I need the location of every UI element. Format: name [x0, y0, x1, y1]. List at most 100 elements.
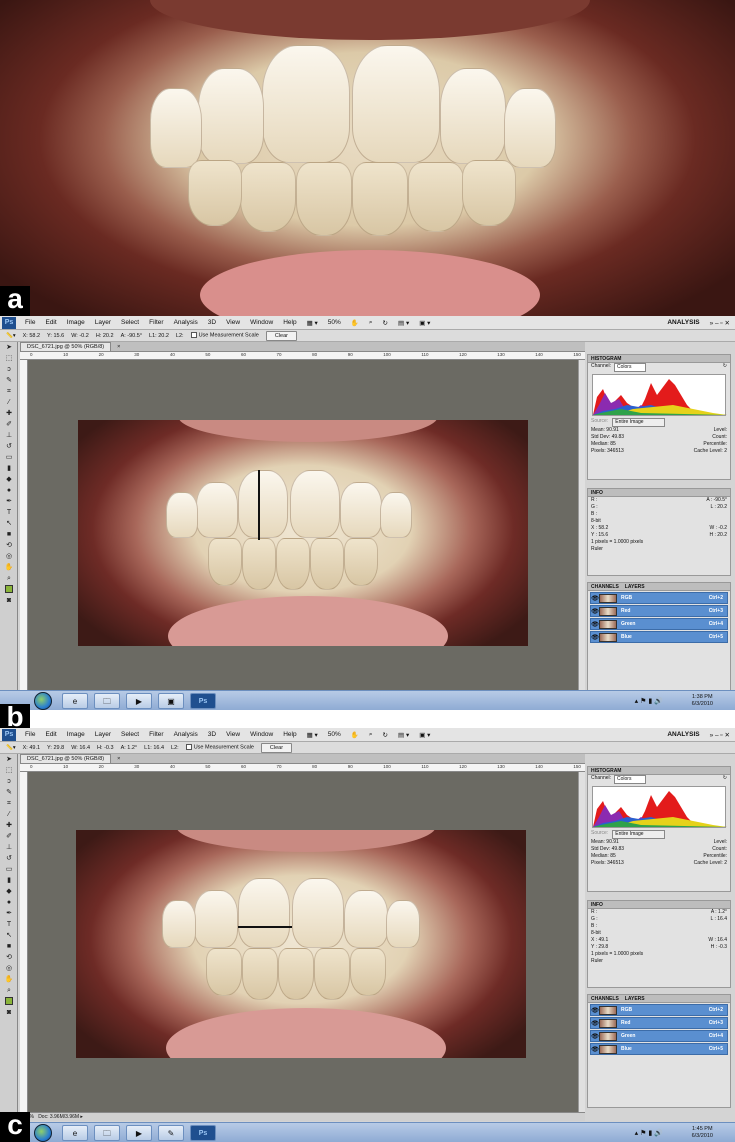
eraser-icon[interactable]: ▭ [2, 453, 16, 463]
history-brush-icon[interactable]: ↺ [2, 442, 16, 452]
menu-select[interactable]: Select [116, 319, 144, 326]
eye-icon[interactable]: 👁 [591, 595, 599, 602]
menu-help[interactable]: Help [278, 319, 301, 326]
window-controls[interactable]: » – ▫ ✕ [705, 731, 735, 739]
menu-layer[interactable]: Layer [90, 319, 116, 326]
3d-rotate-icon[interactable]: ⟲ [2, 953, 16, 963]
menu-file[interactable]: File [20, 319, 40, 326]
refresh-icon[interactable]: ↻ [723, 775, 727, 784]
arrange-icon[interactable]: ▤ ▾ [393, 319, 414, 327]
hand-tool-icon[interactable]: ✋ [2, 975, 16, 985]
channels-tab[interactable]: CHANNELS [591, 996, 619, 1002]
menu-view[interactable]: View [221, 319, 245, 326]
channels-tab[interactable]: CHANNELS [591, 584, 619, 590]
document-tab[interactable]: DSC_6721.jpg @ 50% (RGB/8) [20, 754, 112, 763]
channel-row-green[interactable]: 👁 Green Ctrl+4 [590, 618, 728, 630]
ruler-tool-icon[interactable]: 📏▾ [6, 745, 16, 751]
quick-mask-icon[interactable]: ◙ [2, 596, 16, 606]
layout-icon[interactable]: ▦ ▾ [302, 731, 323, 739]
canvas-area[interactable] [28, 772, 578, 1112]
hand-icon[interactable]: ✋ [346, 731, 364, 739]
system-tray[interactable]: ▴⚑▮🔊 [635, 697, 665, 705]
histogram-tab[interactable]: HISTOGRAM [588, 355, 730, 363]
gradient-icon[interactable]: ▮ [2, 464, 16, 474]
lasso-tool-icon[interactable]: ↄ [2, 365, 16, 375]
menu-image[interactable]: Image [62, 319, 90, 326]
menu-select[interactable]: Select [116, 731, 144, 738]
eye-icon[interactable]: 👁 [591, 1046, 599, 1053]
dodge-icon[interactable]: ● [2, 898, 16, 908]
screen-mode-icon[interactable]: ▣ ▾ [414, 319, 435, 327]
menu-window[interactable]: Window [245, 319, 278, 326]
healing-icon[interactable]: ✚ [2, 821, 16, 831]
stamp-tool-icon[interactable]: ⊥ [2, 431, 16, 441]
viewer-icon[interactable]: ▣ [158, 692, 184, 709]
menu-view[interactable]: View [221, 731, 245, 738]
window-controls[interactable]: » – ▫ ✕ [705, 319, 735, 327]
layout-icon[interactable]: ▦ ▾ [302, 319, 323, 327]
measurement-scale-checkbox[interactable]: Use Measurement Scale [185, 744, 254, 751]
arrange-icon[interactable]: ▤ ▾ [393, 731, 414, 739]
eye-icon[interactable]: 👁 [591, 621, 599, 628]
pen-tool-icon[interactable]: ✒ [2, 497, 16, 507]
ruler-tool-icon[interactable]: 📏▾ [6, 333, 16, 339]
blur-icon[interactable]: ◆ [2, 475, 16, 485]
move-tool-icon[interactable]: ➤ [2, 755, 16, 765]
quick-mask-icon[interactable]: ◙ [2, 1008, 16, 1018]
channel-row-blue[interactable]: 👁 Blue Ctrl+5 [590, 631, 728, 643]
color-swatch-icon[interactable] [2, 997, 16, 1007]
rotate-view-icon[interactable]: ↻ [378, 319, 393, 327]
channel-select[interactable]: Colors [614, 363, 647, 372]
ie-icon[interactable]: e [62, 1124, 88, 1141]
layers-tab[interactable]: LAYERS [625, 996, 645, 1002]
photoshop-taskbar-icon[interactable]: Ps [190, 692, 216, 709]
menu-filter[interactable]: Filter [144, 319, 168, 326]
channel-select[interactable]: Colors [614, 775, 647, 784]
ie-icon[interactable]: e [62, 692, 88, 709]
zoom-icon[interactable]: ⌕ [364, 319, 378, 327]
menu-window[interactable]: Window [245, 731, 278, 738]
menu-help[interactable]: Help [278, 731, 301, 738]
eraser-icon[interactable]: ▭ [2, 865, 16, 875]
shape-tool-icon[interactable]: ■ [2, 530, 16, 540]
close-tab-icon[interactable]: × [111, 343, 126, 352]
eye-icon[interactable]: 👁 [591, 1007, 599, 1014]
rotate-view-icon[interactable]: ↻ [378, 731, 393, 739]
stamp-tool-icon[interactable]: ⊥ [2, 843, 16, 853]
lasso-tool-icon[interactable]: ↄ [2, 777, 16, 787]
screen-mode-icon[interactable]: ▣ ▾ [414, 731, 435, 739]
marquee-tool-icon[interactable]: ⬚ [2, 766, 16, 776]
path-select-icon[interactable]: ↖ [2, 931, 16, 941]
color-swatch-icon[interactable] [2, 585, 16, 595]
type-tool-icon[interactable]: T [2, 920, 16, 930]
brush-tool-icon[interactable]: ✐ [2, 832, 16, 842]
info-tab[interactable]: INFO [588, 489, 730, 497]
vertical-scrollbar[interactable] [578, 360, 585, 696]
menu-edit[interactable]: Edit [40, 731, 61, 738]
channel-row-red[interactable]: 👁 Red Ctrl+3 [590, 1017, 728, 1029]
layers-tab[interactable]: LAYERS [625, 584, 645, 590]
quick-select-icon[interactable]: ✎ [2, 376, 16, 386]
paint-icon[interactable]: ✎ [158, 1124, 184, 1141]
menu-layer[interactable]: Layer [90, 731, 116, 738]
clock[interactable]: 1:45 PM 6/3/2010 [692, 1126, 713, 1140]
path-select-icon[interactable]: ↖ [2, 519, 16, 529]
canvas-area[interactable] [28, 360, 578, 696]
shape-tool-icon[interactable]: ■ [2, 942, 16, 952]
marquee-tool-icon[interactable]: ⬚ [2, 354, 16, 364]
menu-file[interactable]: File [20, 731, 40, 738]
photoshop-taskbar-icon[interactable]: Ps [190, 1124, 216, 1141]
dodge-icon[interactable]: ● [2, 486, 16, 496]
info-tab[interactable]: INFO [588, 901, 730, 909]
source-select[interactable]: Entire Image [612, 418, 665, 427]
start-button[interactable] [34, 691, 52, 710]
3d-orbit-icon[interactable]: ◎ [2, 964, 16, 974]
crop-tool-icon[interactable]: ⌗ [2, 799, 16, 809]
zoom-tool-icon[interactable]: ⌕ [2, 986, 16, 996]
refresh-icon[interactable]: ↻ [723, 363, 727, 372]
menu-edit[interactable]: Edit [40, 319, 61, 326]
type-tool-icon[interactable]: T [2, 508, 16, 518]
hand-icon[interactable]: ✋ [346, 319, 364, 327]
menu-analysis[interactable]: Analysis [169, 731, 203, 738]
media-player-icon[interactable]: ▶ [126, 692, 152, 709]
